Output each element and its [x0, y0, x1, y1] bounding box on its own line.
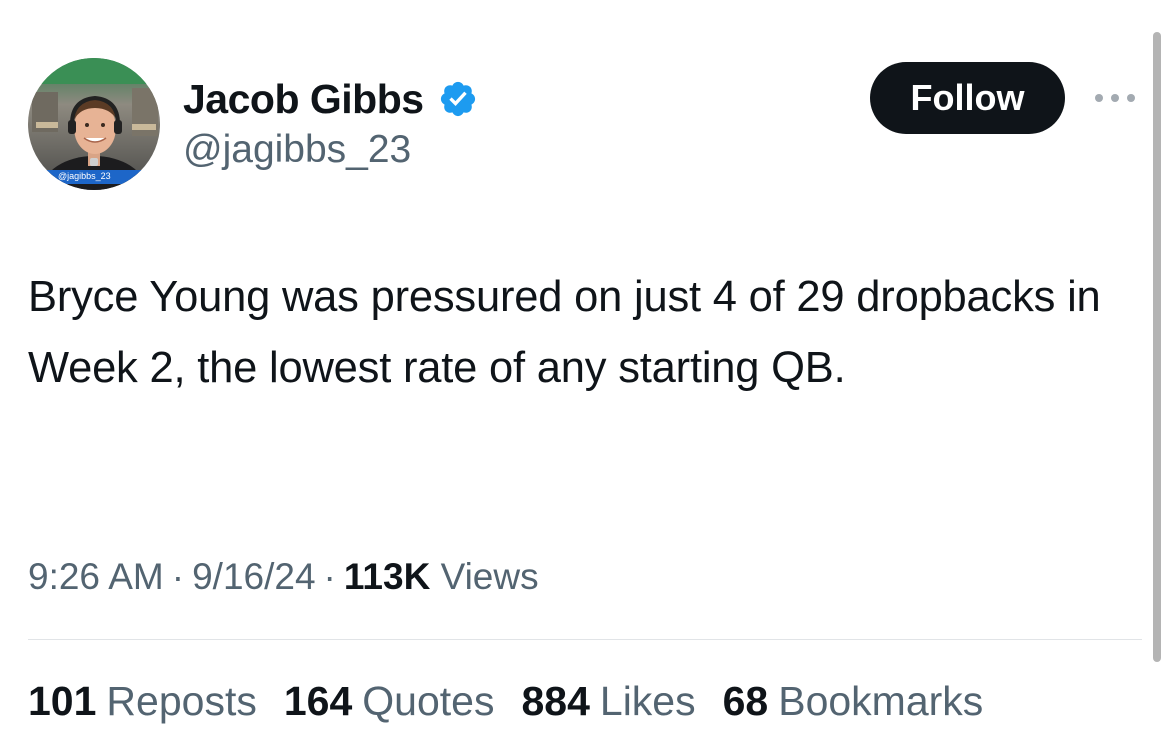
verified-badge-icon: [440, 81, 475, 117]
stat-count: 68: [722, 678, 769, 724]
author-display-name[interactable]: Jacob Gibbs: [183, 76, 424, 123]
stat-bookmarks[interactable]: 68 Bookmarks: [723, 675, 984, 727]
stat-label: Bookmarks: [778, 678, 984, 724]
author-name-row: Jacob Gibbs: [183, 74, 478, 124]
tweet-text: Bryce Young was pressured on just 4 of 2…: [28, 273, 1101, 392]
separator-dot: ·: [323, 556, 336, 597]
tweet-date[interactable]: 9/16/24: [192, 556, 315, 597]
stat-quotes[interactable]: 164 Quotes: [284, 675, 495, 727]
divider: [28, 639, 1142, 640]
stat-count: 884: [521, 678, 590, 724]
stat-label: Reposts: [106, 678, 257, 724]
author-avatar[interactable]: @jagibbs_23: [28, 58, 160, 190]
stat-label: Likes: [599, 678, 696, 724]
stat-count: 164: [283, 678, 353, 724]
views-count: 113K: [343, 556, 431, 597]
author-handle[interactable]: @jagibbs_23: [183, 128, 411, 172]
stat-count: 101: [28, 678, 97, 724]
avatar-overlay-text: @jagibbs_23: [58, 171, 111, 181]
tweet-time[interactable]: 9:26 AM: [28, 556, 164, 597]
separator-dot: ·: [171, 556, 185, 597]
stat-likes[interactable]: 884 Likes: [521, 675, 695, 727]
follow-button[interactable]: Follow: [870, 62, 1065, 134]
stat-reposts[interactable]: 101 Reposts: [28, 675, 257, 727]
engagement-stats: 101 Reposts 164 Quotes 884 Likes 68 Bookmark…: [28, 675, 983, 727]
tweet-metadata: 9:26 AM · 9/16/24 · 113K Views: [28, 552, 539, 602]
scrollbar[interactable]: [1153, 32, 1161, 662]
stat-label: Quotes: [362, 678, 495, 724]
views-label: Views: [440, 556, 539, 597]
more-horizontal-icon[interactable]: [1093, 89, 1137, 107]
